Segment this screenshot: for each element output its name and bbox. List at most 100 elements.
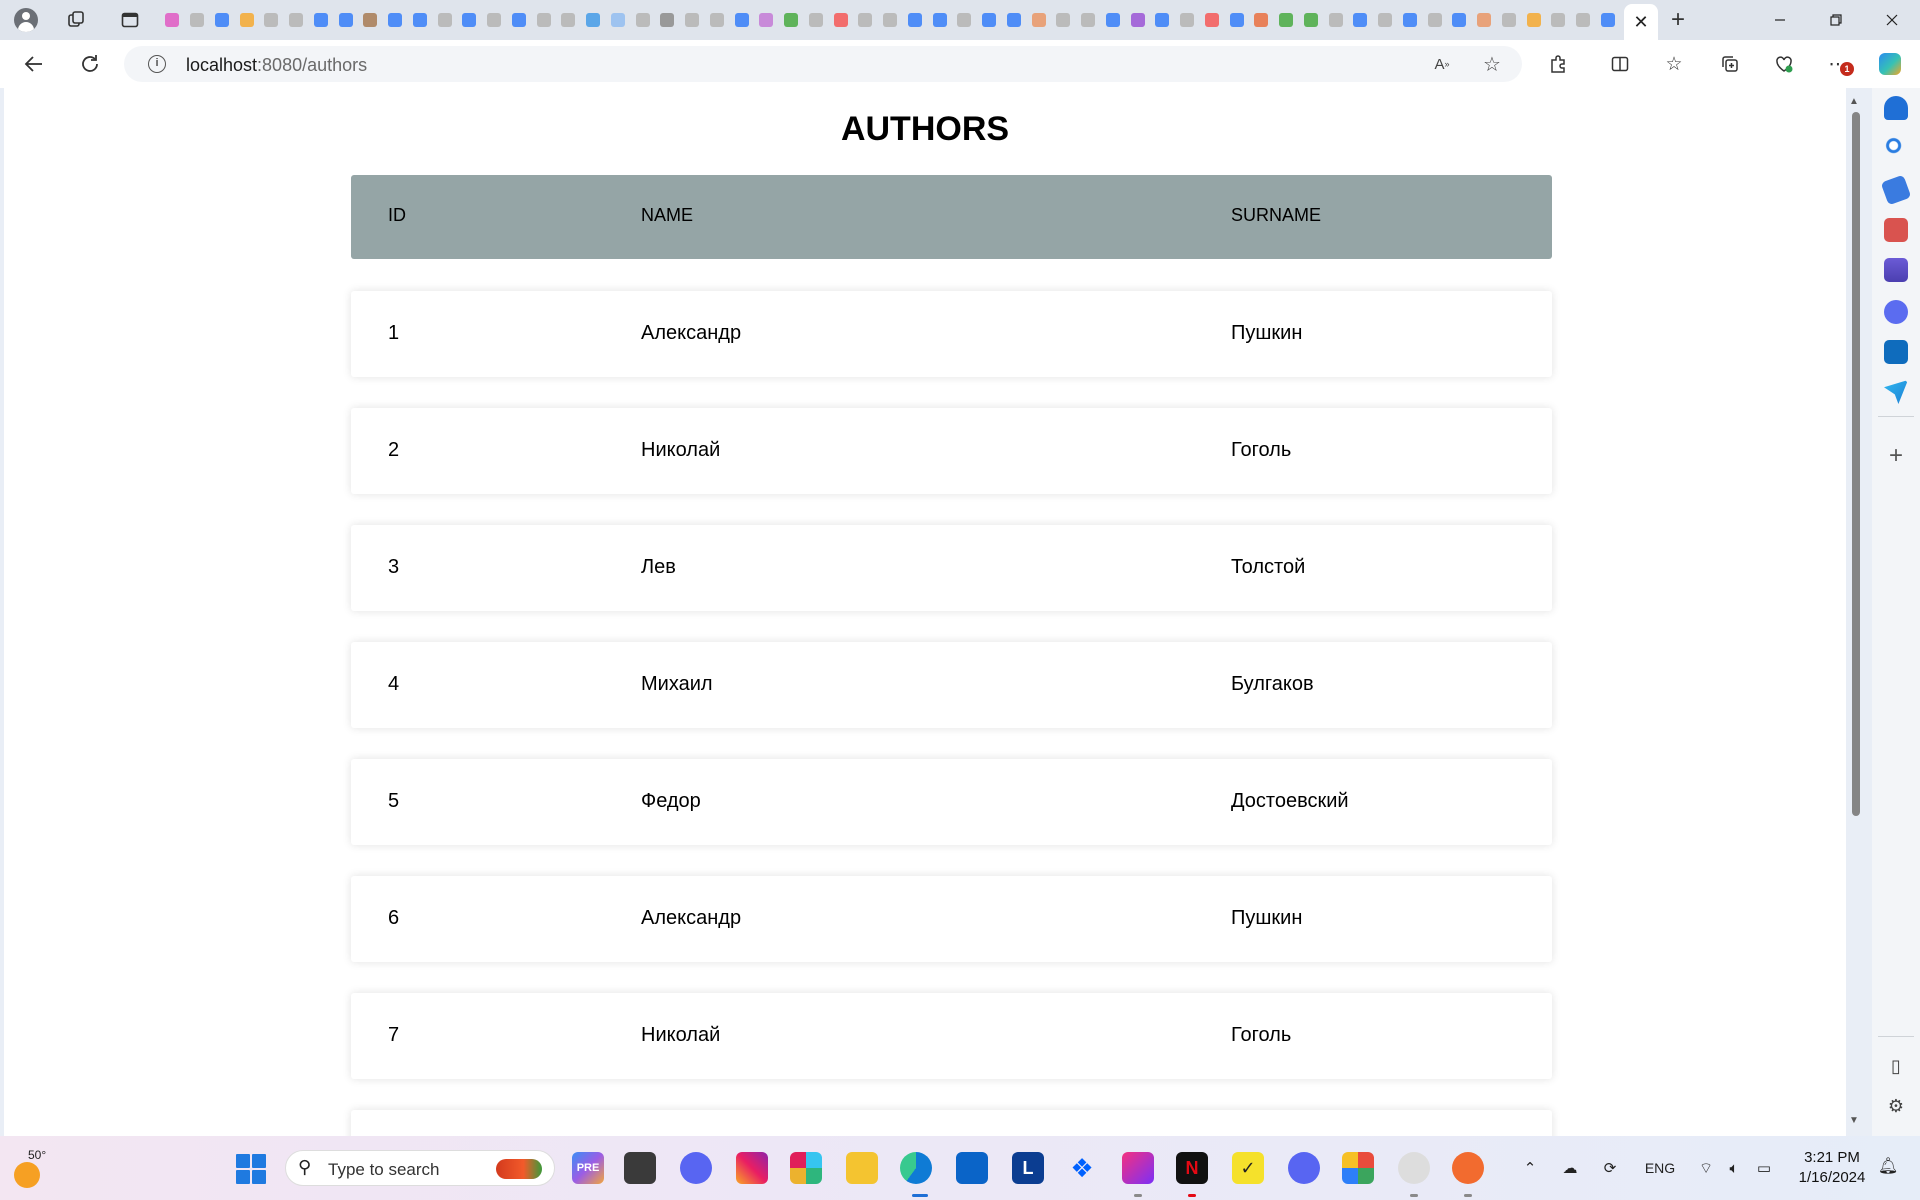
close-window-button[interactable]: [1864, 0, 1920, 40]
tab-item[interactable]: [234, 8, 259, 32]
tab-item[interactable]: [630, 8, 655, 32]
tab-actions-button[interactable]: [116, 6, 144, 34]
edge-browser-icon[interactable]: [900, 1152, 932, 1184]
profile-button[interactable]: [12, 6, 40, 34]
tab-item[interactable]: [1571, 8, 1596, 32]
tab-item[interactable]: [1051, 8, 1076, 32]
back-button[interactable]: [18, 48, 50, 80]
tab-item[interactable]: [457, 8, 482, 32]
postman-app-icon[interactable]: [1452, 1152, 1484, 1184]
tab-item[interactable]: [1026, 8, 1051, 32]
tab-item[interactable]: [655, 8, 680, 32]
tab-item[interactable]: [581, 8, 606, 32]
intellij-idea-icon[interactable]: [1122, 1152, 1154, 1184]
tab-item[interactable]: [705, 8, 730, 32]
colorful-app-icon[interactable]: [1342, 1152, 1374, 1184]
add-sidebar-app-icon[interactable]: +: [1884, 444, 1908, 468]
taskbar-search-box[interactable]: ⚲ Type to search: [285, 1150, 555, 1186]
tab-item[interactable]: [804, 8, 829, 32]
workspaces-button[interactable]: [62, 6, 90, 34]
url-text[interactable]: localhost:8080/authors: [186, 55, 367, 76]
tab-item[interactable]: [1200, 8, 1225, 32]
tab-item[interactable]: [1398, 8, 1423, 32]
scroll-down-arrow-icon[interactable]: ▼: [1849, 1115, 1859, 1126]
tab-item[interactable]: [1076, 8, 1101, 32]
minimize-button[interactable]: [1752, 0, 1808, 40]
tab-item[interactable]: [556, 8, 581, 32]
new-tab-button[interactable]: +: [1664, 6, 1692, 34]
tab-item[interactable]: [358, 8, 383, 32]
games-chess-icon[interactable]: [1884, 258, 1908, 282]
tab-item[interactable]: [507, 8, 532, 32]
tab-item[interactable]: [927, 8, 952, 32]
tab-item[interactable]: [606, 8, 631, 32]
tab-item[interactable]: [729, 8, 754, 32]
vertical-scrollbar-thumb[interactable]: [1852, 112, 1860, 816]
system-clock[interactable]: 3:21 PM 1/16/2024: [1796, 1148, 1868, 1188]
file-explorer-icon[interactable]: [846, 1152, 878, 1184]
tab-item[interactable]: [680, 8, 705, 32]
shopping-tag-icon[interactable]: [1880, 174, 1912, 206]
split-screen-button[interactable]: [1606, 50, 1634, 78]
start-button[interactable]: [236, 1154, 266, 1184]
tab-item[interactable]: [160, 8, 185, 32]
tab-item[interactable]: [309, 8, 334, 32]
tab-item[interactable]: [828, 8, 853, 32]
tab-item[interactable]: [1497, 8, 1522, 32]
active-tab-close-button[interactable]: ✕: [1624, 4, 1658, 40]
settings-more-button[interactable]: ⋯ 1: [1824, 50, 1854, 78]
copilot-button[interactable]: [1876, 50, 1904, 78]
copilot-preview-app-icon[interactable]: PRE: [572, 1152, 604, 1184]
tab-item[interactable]: [1175, 8, 1200, 32]
tab-item[interactable]: [185, 8, 210, 32]
tab-item[interactable]: [903, 8, 928, 32]
tab-item[interactable]: [853, 8, 878, 32]
volume-icon[interactable]: 🔈︎: [1722, 1156, 1746, 1180]
show-hidden-icons-chevron-icon[interactable]: ⌃: [1520, 1156, 1540, 1180]
tab-item[interactable]: [977, 8, 1002, 32]
restore-button[interactable]: [1808, 0, 1864, 40]
tab-item[interactable]: [1249, 8, 1274, 32]
tab-item[interactable]: [1125, 8, 1150, 32]
tab-item[interactable]: [259, 8, 284, 32]
onedrive-cloud-icon[interactable]: ☁: [1558, 1156, 1582, 1180]
refresh-button[interactable]: [74, 48, 106, 80]
todo-check-icon[interactable]: ✓: [1232, 1152, 1264, 1184]
site-info-icon[interactable]: i: [148, 55, 166, 73]
tools-toolbox-icon[interactable]: [1884, 218, 1908, 242]
wifi-icon[interactable]: ⌔: [1694, 1156, 1718, 1180]
tab-item[interactable]: [210, 8, 235, 32]
add-favorite-star-icon[interactable]: ☆: [1480, 52, 1504, 76]
tab-item[interactable]: [1101, 8, 1126, 32]
tab-item[interactable]: [333, 8, 358, 32]
tab-item[interactable]: [952, 8, 977, 32]
tab-item[interactable]: [284, 8, 309, 32]
instagram-icon[interactable]: [736, 1152, 768, 1184]
tab-item[interactable]: [1472, 8, 1497, 32]
sidebar-settings-gear-icon[interactable]: ⚙: [1884, 1094, 1908, 1118]
task-view-icon[interactable]: [624, 1152, 656, 1184]
tab-item[interactable]: [1150, 8, 1175, 32]
favorites-button[interactable]: ☆: [1660, 50, 1688, 78]
notification-center-bell-icon[interactable]: 🔔︎: [1876, 1156, 1900, 1180]
notifications-bell-icon[interactable]: [1884, 96, 1908, 120]
tab-item[interactable]: [878, 8, 903, 32]
collections-button[interactable]: [1716, 50, 1744, 78]
tab-item[interactable]: [1521, 8, 1546, 32]
tab-item[interactable]: [482, 8, 507, 32]
tab-item[interactable]: [1546, 8, 1571, 32]
tab-item[interactable]: [779, 8, 804, 32]
hide-sidebar-icon[interactable]: ▯: [1884, 1054, 1908, 1078]
microsoft-365-icon[interactable]: [1884, 300, 1908, 324]
outlook-icon[interactable]: [1884, 340, 1908, 364]
read-aloud-icon[interactable]: A»: [1430, 52, 1454, 76]
dropbox-icon[interactable]: ❖: [1066, 1152, 1098, 1184]
weather-widget[interactable]: 50°: [14, 1148, 50, 1188]
discord-icon[interactable]: [1288, 1152, 1320, 1184]
tab-item[interactable]: [432, 8, 457, 32]
tab-item[interactable]: [1323, 8, 1348, 32]
tab-item[interactable]: [1596, 8, 1621, 32]
sync-icon[interactable]: ⟳: [1598, 1156, 1622, 1180]
postman-astronaut-icon[interactable]: [1398, 1152, 1430, 1184]
tab-item[interactable]: [1348, 8, 1373, 32]
